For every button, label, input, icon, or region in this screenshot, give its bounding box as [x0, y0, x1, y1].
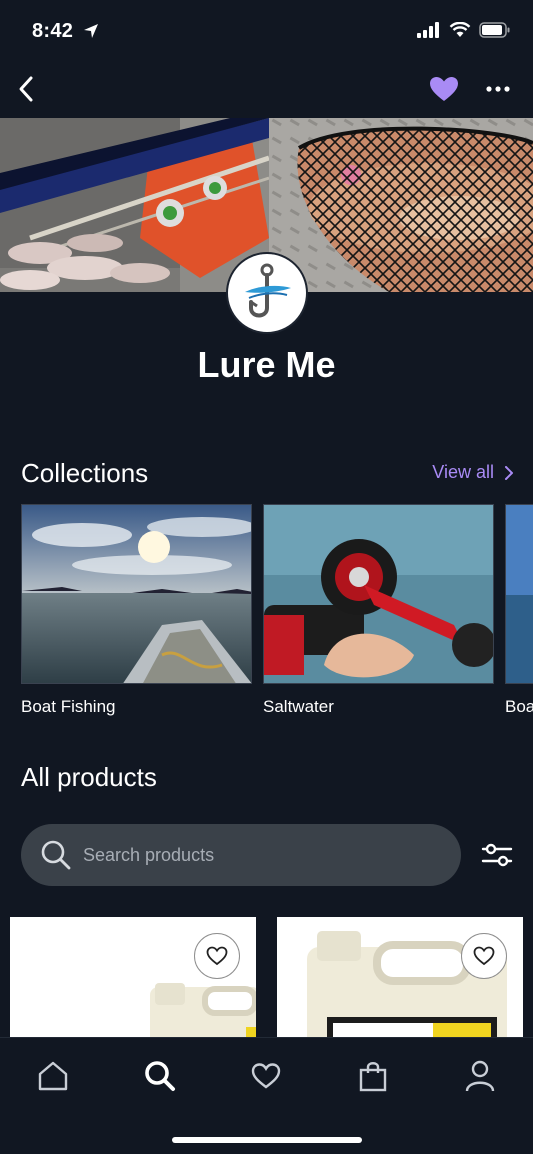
status-bar: 8:42 — [0, 0, 533, 62]
chevron-left-icon — [19, 76, 33, 102]
banner-photo-rods-and-fish — [0, 118, 269, 292]
all-products-title: All products — [21, 762, 157, 792]
collection-label-partial[interactable]: Boa — [505, 697, 533, 717]
product-card[interactable] — [10, 917, 256, 1057]
filter-button[interactable] — [480, 840, 514, 870]
tab-bag[interactable] — [353, 1058, 393, 1094]
top-navigation — [0, 62, 533, 118]
tab-favorites[interactable] — [246, 1058, 286, 1094]
search-input[interactable] — [83, 844, 423, 866]
heart-outline-icon — [206, 946, 228, 966]
tab-account[interactable] — [460, 1058, 500, 1094]
signal-icon — [417, 22, 439, 38]
collection-image-boat-fishing — [22, 505, 251, 683]
search-bar[interactable] — [21, 824, 461, 886]
chevron-right-icon — [505, 465, 513, 480]
location-arrow-icon — [82, 22, 100, 45]
tab-home[interactable] — [33, 1058, 73, 1094]
product-favorite-button[interactable] — [194, 933, 240, 979]
heart-icon — [251, 1063, 281, 1089]
heart-icon — [430, 77, 458, 101]
favorite-store-button[interactable] — [428, 74, 460, 104]
product-favorite-button[interactable] — [461, 933, 507, 979]
collection-label-boat-fishing[interactable]: Boat Fishing — [21, 697, 116, 717]
collection-card-saltwater[interactable] — [263, 504, 494, 684]
store-logo-avatar — [226, 252, 308, 334]
hook-logo-icon — [245, 263, 291, 318]
collection-label-saltwater[interactable]: Saltwater — [263, 697, 334, 717]
collection-image-saltwater — [264, 505, 493, 683]
banner-photo-fish-in-net — [269, 118, 533, 292]
sliders-icon — [481, 843, 513, 867]
heart-outline-icon — [473, 946, 495, 966]
view-all-label: View all — [432, 462, 494, 482]
status-time: 8:42 — [32, 20, 74, 42]
home-indicator — [172, 1137, 362, 1143]
collection-card-boat-fishing[interactable] — [21, 504, 252, 684]
battery-icon — [479, 22, 510, 38]
wifi-icon — [449, 22, 471, 37]
store-name: Lure Me — [197, 344, 336, 385]
home-icon — [38, 1061, 68, 1091]
collection-card-partial[interactable] — [505, 504, 533, 684]
view-all-collections-link[interactable]: View all — [432, 462, 513, 483]
collection-image-partial — [506, 505, 533, 683]
status-indicators — [417, 22, 511, 38]
more-options-button[interactable] — [484, 74, 512, 104]
ellipsis-icon — [486, 86, 510, 92]
collections-title: Collections — [21, 458, 149, 488]
search-icon — [145, 1061, 175, 1091]
bag-icon — [359, 1062, 387, 1092]
user-icon — [465, 1060, 495, 1092]
tab-search[interactable] — [140, 1058, 180, 1094]
back-button[interactable] — [12, 74, 40, 104]
product-card[interactable] — [277, 917, 523, 1057]
search-icon — [41, 840, 71, 870]
